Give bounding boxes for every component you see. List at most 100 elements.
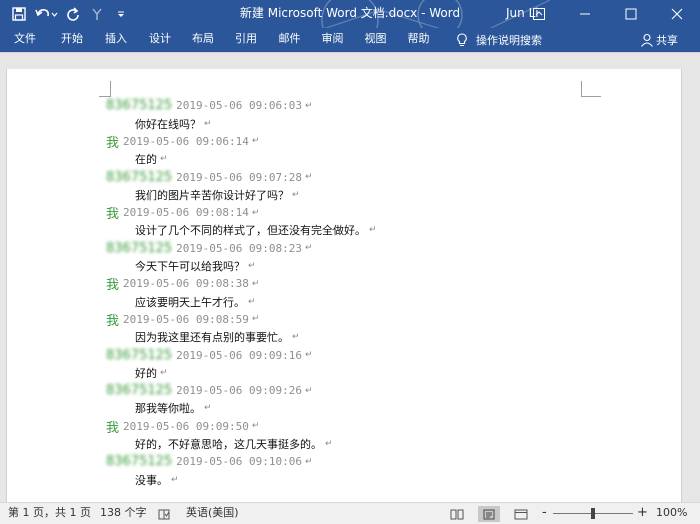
message-body[interactable]: 在的 ↵ — [106, 150, 586, 168]
minimize-icon[interactable] — [562, 0, 608, 28]
paragraph-mark-icon: ↵ — [251, 207, 260, 218]
share-label: 共享 — [656, 34, 678, 47]
message-text: 那我等你啦。 — [135, 402, 201, 416]
margin-corner-right — [581, 81, 601, 97]
message-sender: 我 — [106, 278, 120, 294]
message-text: 好的 — [135, 366, 157, 380]
tab-insert[interactable]: 插入 — [94, 28, 138, 52]
message-body[interactable]: 应该要明天上午才行。 ↵ — [106, 293, 586, 311]
word-count[interactable]: 138 个字 — [100, 503, 147, 524]
message-header: 我 2019-05-06 09:09:50 ↵ — [106, 417, 586, 436]
paragraph-mark-icon: ↵ — [305, 350, 313, 361]
lightbulb-icon — [457, 33, 467, 46]
paragraph-mark-icon: ↵ — [305, 456, 313, 467]
message-sender: 我 — [106, 207, 120, 223]
message-body[interactable]: 那我等你啦。 ↵ — [106, 400, 586, 418]
message-sender: 83675125 — [106, 169, 173, 185]
paragraph-mark-icon: ↵ — [251, 278, 260, 289]
document-area[interactable]: 83675125 2019-05-06 09:06:03 ↵ 你好在线吗？ ↵ 我 2019… — [0, 52, 700, 502]
ribbon-tabs: 文件 开始 插入 设计 布局 引用 邮件 审阅 视图 帮助 — [0, 28, 440, 52]
message-sender: 我 — [106, 136, 120, 151]
message-text: 应该要明天上午才行。 — [135, 295, 245, 309]
message-header: 83675125 2019-05-06 09:09:26 ↵ — [106, 382, 586, 400]
message-timestamp: 2019-05-06 09:10:06 — [176, 455, 303, 469]
page-count[interactable]: 第 1 页，共 1 页 — [8, 503, 91, 524]
title-bar: 新建 Microsoft Word 文档.docx - Word Jun Li — [0, 0, 700, 28]
paragraph-mark-icon: ↵ — [305, 385, 313, 396]
web-layout-icon[interactable] — [510, 506, 532, 522]
paragraph-mark-icon: ↵ — [251, 136, 260, 147]
message-text: 你好在线吗？ — [135, 117, 201, 131]
read-mode-icon[interactable] — [446, 506, 468, 522]
status-bar: 第 1 页，共 1 页 138 个字 英语(美国) - + 100% — [0, 502, 700, 524]
message-header: 83675125 2019-05-06 09:10:06 ↵ — [106, 453, 586, 471]
message-text: 设计了几个不同的样式了，但还没有完全做好。 — [135, 224, 366, 238]
language[interactable]: 英语(美国) — [186, 503, 239, 524]
message-timestamp: 2019-05-06 09:08:14 — [123, 206, 249, 220]
message-header: 83675125 2019-05-06 09:06:03 ↵ — [106, 97, 586, 115]
message-timestamp: 2019-05-06 09:06:14 — [123, 134, 249, 148]
message-timestamp: 2019-05-06 09:08:23 — [176, 241, 303, 255]
message-header: 我 2019-05-06 09:08:14 ↵ — [106, 204, 586, 222]
message-body[interactable]: 因为我这里还有点别的事要忙。 ↵ — [106, 328, 586, 346]
tab-review[interactable]: 审阅 — [311, 28, 354, 52]
close-icon[interactable] — [654, 0, 700, 28]
message-timestamp: 2019-05-06 09:09:50 — [123, 419, 249, 433]
tab-help[interactable]: 帮助 — [397, 28, 440, 52]
message-timestamp: 2019-05-06 09:09:16 — [176, 348, 303, 362]
paragraph-mark-icon: ↵ — [204, 118, 212, 129]
ribbon-display-icon[interactable] — [516, 0, 562, 28]
zoom-slider-handle[interactable] — [591, 508, 595, 519]
message-header: 83675125 2019-05-06 09:09:16 ↵ — [106, 346, 586, 364]
tell-me-search[interactable]: 操作说明搜索 — [456, 28, 542, 52]
message-timestamp: 2019-05-06 09:08:59 — [123, 312, 249, 326]
proofing-icon[interactable] — [158, 507, 170, 521]
tab-view[interactable]: 视图 — [354, 28, 397, 52]
tab-layout[interactable]: 布局 — [182, 28, 224, 52]
message-body[interactable]: 没事。 ↵ — [106, 471, 586, 489]
paragraph-mark-icon: ↵ — [251, 314, 260, 325]
zoom-in-button[interactable]: + — [637, 503, 648, 524]
tab-design[interactable]: 设计 — [138, 28, 182, 52]
message-text: 好的，不好意思哈，这几天事挺多的。 — [135, 438, 322, 452]
paragraph-mark-icon: ↵ — [369, 225, 377, 236]
message-header: 83675125 2019-05-06 09:07:28 ↵ — [106, 168, 586, 186]
paragraph-mark-icon: ↵ — [204, 403, 212, 414]
message-body[interactable]: 我们的图片辛苦你设计好了吗？ ↵ — [106, 186, 586, 204]
message-body[interactable]: 设计了几个不同的样式了，但还没有完全做好。 ↵ — [106, 222, 586, 240]
paragraph-mark-icon: ↵ — [160, 154, 168, 165]
paragraph-mark-icon: ↵ — [248, 261, 256, 272]
message-header: 我 2019-05-06 09:08:38 ↵ — [106, 275, 586, 293]
message-sender: 我 — [106, 313, 120, 329]
tab-references[interactable]: 引用 — [224, 28, 268, 52]
message-header: 83675125 2019-05-06 09:08:23 ↵ — [106, 239, 586, 257]
message-text: 在的 — [135, 153, 157, 167]
paragraph-mark-icon: ↵ — [305, 172, 313, 183]
message-body[interactable]: 今天下午可以给我吗？ ↵ — [106, 257, 586, 275]
paragraph-mark-icon: ↵ — [251, 421, 260, 432]
tab-mailings[interactable]: 邮件 — [268, 28, 311, 52]
window-controls — [516, 0, 700, 28]
zoom-out-button[interactable]: - — [542, 503, 547, 524]
message-text: 我们的图片辛苦你设计好了吗？ — [135, 188, 289, 202]
paragraph-mark-icon: ↵ — [292, 332, 300, 343]
tab-home[interactable]: 开始 — [50, 28, 94, 52]
print-layout-icon[interactable] — [478, 506, 500, 522]
paragraph-mark-icon: ↵ — [171, 474, 179, 485]
zoom-level[interactable]: 100% — [656, 503, 687, 524]
message-body[interactable]: 你好在线吗？ ↵ — [106, 115, 586, 133]
message-timestamp: 2019-05-06 09:08:38 — [123, 277, 249, 291]
message-sender: 83675125 — [106, 347, 173, 363]
message-header: 我 2019-05-06 09:06:14 ↵ — [106, 133, 586, 151]
message-text: 因为我这里还有点别的事要忙。 — [135, 331, 289, 345]
message-sender: 我 — [106, 420, 120, 436]
message-body[interactable]: 好的，不好意思哈，这几天事挺多的。 ↵ — [106, 435, 586, 453]
message-body[interactable]: 好的 ↵ — [106, 364, 586, 382]
share-button[interactable]: 共享 — [640, 28, 678, 52]
message-timestamp: 2019-05-06 09:07:28 — [176, 170, 303, 184]
margin-corner-left — [99, 81, 111, 97]
maximize-icon[interactable] — [608, 0, 654, 28]
paragraph-mark-icon: ↵ — [305, 100, 313, 111]
message-text: 没事。 — [135, 473, 168, 487]
tab-file[interactable]: 文件 — [0, 28, 50, 52]
